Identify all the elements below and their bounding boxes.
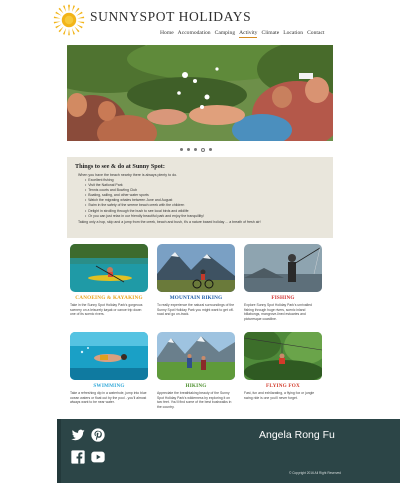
footer-edge — [57, 419, 61, 483]
site-footer: Angela Rong Fu © Copyright 2016 All Righ… — [57, 419, 400, 483]
carousel-dot-3[interactable] — [194, 148, 197, 151]
sun-logo-icon[interactable] — [52, 3, 86, 37]
activity-card-flying-fox[interactable]: FLYING FOX Fast, fun and exhilarating, a… — [244, 332, 322, 400]
things-outro: Taking only a hop, skip and a jump from … — [78, 219, 261, 224]
main-nav: Home Accomodation Camping Activity Clima… — [160, 30, 324, 38]
facebook-icon[interactable] — [70, 449, 86, 465]
things-title: Things to see & do at Sunny Spot: — [75, 163, 165, 170]
carousel-dot-5[interactable] — [209, 148, 212, 151]
activity-title: MOUNTAIN BIKING — [169, 295, 223, 301]
site-title: SUNNYSPOT HOLIDAYS — [90, 9, 252, 24]
mountain-bike-image[interactable] — [157, 244, 235, 292]
activity-title: FLYING FOX — [266, 383, 300, 389]
nav-location[interactable]: Location — [283, 30, 303, 38]
activity-card-swimming[interactable]: SWIMMING Take a refreshing dip in a wate… — [70, 332, 148, 405]
activity-card-fishing[interactable]: FISHING Explore Sunny Spot Holiday Park'… — [244, 244, 322, 321]
fishing-image[interactable] — [244, 244, 322, 292]
activity-title: SWIMMING — [93, 383, 125, 389]
hero-carousel-image[interactable] — [67, 45, 333, 141]
kayak-image[interactable] — [70, 244, 148, 292]
activity-desc: Appreciate the breathtaking beauty of th… — [157, 391, 232, 409]
nav-climate[interactable]: Climate — [261, 30, 279, 38]
nav-contact[interactable]: Contact — [307, 30, 324, 38]
nav-activity[interactable]: Activity — [239, 30, 258, 38]
activity-title: HIKING — [185, 383, 207, 389]
activity-desc: Explore Sunny Spot Holiday Park's unriva… — [244, 303, 312, 321]
page: SUNNYSPOT HOLIDAYS Home Accomodation Cam… — [0, 0, 400, 483]
pinterest-icon[interactable] — [90, 427, 106, 443]
things-to-do-section: Things to see & do at Sunny Spot: When y… — [67, 157, 333, 238]
nav-accomodation[interactable]: Accomodation — [178, 30, 211, 38]
author-name: Angela Rong Fu — [259, 429, 335, 441]
site-header: SUNNYSPOT HOLIDAYS Home Accomodation Cam… — [50, 0, 335, 44]
activity-desc: Take a refreshing dip in a waterhole, ju… — [70, 391, 147, 405]
hiking-image[interactable] — [157, 332, 235, 380]
list-item: Or you can just relax in our friendly be… — [85, 214, 325, 219]
carousel-dot-2[interactable] — [187, 148, 190, 151]
carousel-dot-4[interactable] — [201, 147, 205, 152]
flying-fox-image[interactable] — [244, 332, 322, 380]
things-list: Excellent fishing Visit the National Par… — [85, 178, 325, 219]
carousel-dots — [180, 147, 212, 152]
swimming-image[interactable] — [70, 332, 148, 380]
nav-camping[interactable]: Camping — [215, 30, 236, 38]
activity-title: CANOEING & KAYAKING — [75, 295, 143, 301]
carousel-dot-1[interactable] — [180, 148, 183, 151]
youtube-icon[interactable] — [90, 449, 106, 465]
nav-home[interactable]: Home — [160, 30, 174, 38]
things-intro: When you have the beach nearby there is … — [78, 173, 178, 177]
activity-desc: Take in the Sunny Spot Holiday Park's go… — [70, 303, 143, 317]
activity-desc: Fast, fun and exhilarating, a flying fox… — [244, 391, 315, 400]
activity-card-canoeing[interactable]: CANOEING & KAYAKING Take in the Sunny Sp… — [70, 244, 148, 317]
activity-desc: To really experience the natural surroun… — [157, 303, 235, 317]
activity-card-hiking[interactable]: HIKING Appreciate the breathtaking beaut… — [157, 332, 235, 409]
activity-title: FISHING — [271, 295, 295, 301]
twitter-icon[interactable] — [70, 427, 86, 443]
copyright-text: © Copyright 2016 All Right Reserved — [289, 471, 341, 475]
activity-card-mountain-biking[interactable]: MOUNTAIN BIKING To really experience the… — [157, 244, 235, 317]
